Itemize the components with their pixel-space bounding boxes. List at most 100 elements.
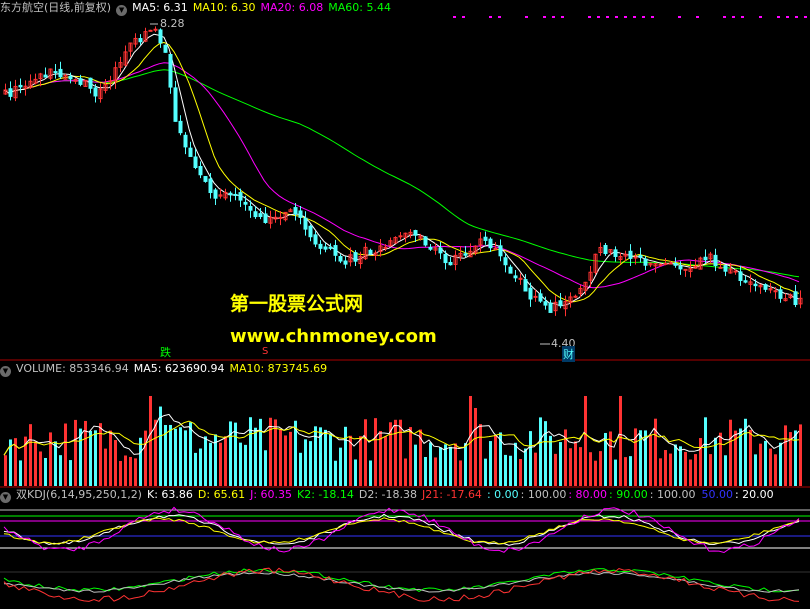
candle-body [138,38,143,43]
candle-body [443,253,448,264]
volume-bar [289,431,292,486]
volume-bar [629,456,632,486]
volume-bar [59,455,62,486]
candle-body [413,230,418,236]
volume-bar [129,456,132,486]
candle-body [383,246,388,249]
candle-body [343,260,348,265]
volume-dropdown-icon[interactable]: ▼ [0,366,11,377]
volume-bar [134,458,137,486]
event-marker [561,16,564,18]
candle-body [423,236,428,246]
volume-bar [779,442,782,486]
event-marker [777,16,780,18]
volume-bar [174,428,177,486]
volume-bar [354,459,357,486]
candle-body [53,71,58,74]
candle-body [558,300,563,307]
candle-body [428,246,433,250]
volume-bar [104,448,107,486]
event-marker [741,16,744,18]
volume-bar [444,444,447,486]
volume-bar [589,452,592,486]
volume-bar [154,419,157,486]
candle-body [548,302,553,313]
candle-body [68,75,73,80]
candle-body [308,225,313,238]
volume-bar [94,430,97,486]
volume-bar [594,460,597,486]
candle-body [753,283,758,287]
volume-bar [249,417,252,486]
chart-canvas[interactable] [0,0,810,609]
kdj-k-line [3,513,800,546]
volume-bar [479,424,482,486]
volume-bar [359,436,362,486]
candle-body [193,156,198,169]
kdj-j-line [3,506,800,554]
ma60-value: MA60: 5.44 [328,1,391,14]
volume-bar [454,443,457,486]
volume-bar [39,451,42,486]
candle-body [233,193,238,196]
volume-bar [69,460,72,486]
stock-title: 东方航空(日线,前复权) [0,1,112,14]
volume-bar [504,454,507,486]
event-marker [786,16,789,18]
candle-body [188,147,193,157]
indicator-dropdown-icon[interactable]: ▼ [116,5,128,16]
event-marker [615,16,618,18]
candle-body [613,249,618,257]
kdj-level-80: : 80.00 [568,488,608,501]
volume-bar [384,436,387,486]
volume-bar [774,454,777,486]
finance-info-mark[interactable]: 财 [562,346,575,362]
candle-body [338,256,343,262]
volume-ma5-value: MA5: 623690.94 [133,362,225,375]
volume-bar [364,419,367,486]
candle-body [153,28,158,31]
volume-bar [229,421,232,486]
candle-body [368,249,373,255]
volume-bar [29,424,32,486]
volume-bar [199,448,202,486]
ma60-line [3,69,800,278]
volume-bar [244,444,247,486]
kdj-title: 双KDJ(6,14,95,250,1,2) [16,488,142,501]
event-marker [696,16,699,18]
volume-bar [394,419,397,486]
kdj-dropdown-icon[interactable]: ▼ [0,492,11,503]
candle-body [93,87,98,97]
kdj-level-90: : 90.00 [609,488,648,501]
volume-bar [559,442,562,486]
volume-ma10-value: MA10: 873745.69 [229,362,328,375]
volume-bar [64,423,67,486]
high-price-label: 8.28 [160,17,185,30]
candle-body [543,301,548,306]
candle-body [498,245,503,257]
volume-bar [769,448,772,486]
kdj-d-line [3,517,800,545]
volume-bar [119,460,122,486]
watermark-url: www.chnmoney.com [230,326,437,347]
candle-body [298,210,303,218]
candle-body [248,206,253,211]
volume-bar [664,450,667,486]
volume-bar [179,427,182,486]
candle-body [168,54,173,88]
event-marker [525,16,528,18]
candle-body [208,178,213,194]
volume-bar [514,442,517,486]
volume-bar [374,418,377,486]
ma10-line [3,41,800,303]
volume-bar [399,419,402,486]
volume-bar [799,424,802,486]
volume-panel-header: ▼ VOLUME: 853346.94 MA5: 623690.94 MA10: 87… [0,362,332,377]
signal-s-mark[interactable]: S [262,346,268,357]
event-marker [453,16,456,18]
volume-bar [549,435,552,486]
volume-bar [519,458,522,486]
volume-bar [184,430,187,486]
signal-die-mark[interactable]: 跌 [160,344,171,360]
volume-bar [89,430,92,486]
